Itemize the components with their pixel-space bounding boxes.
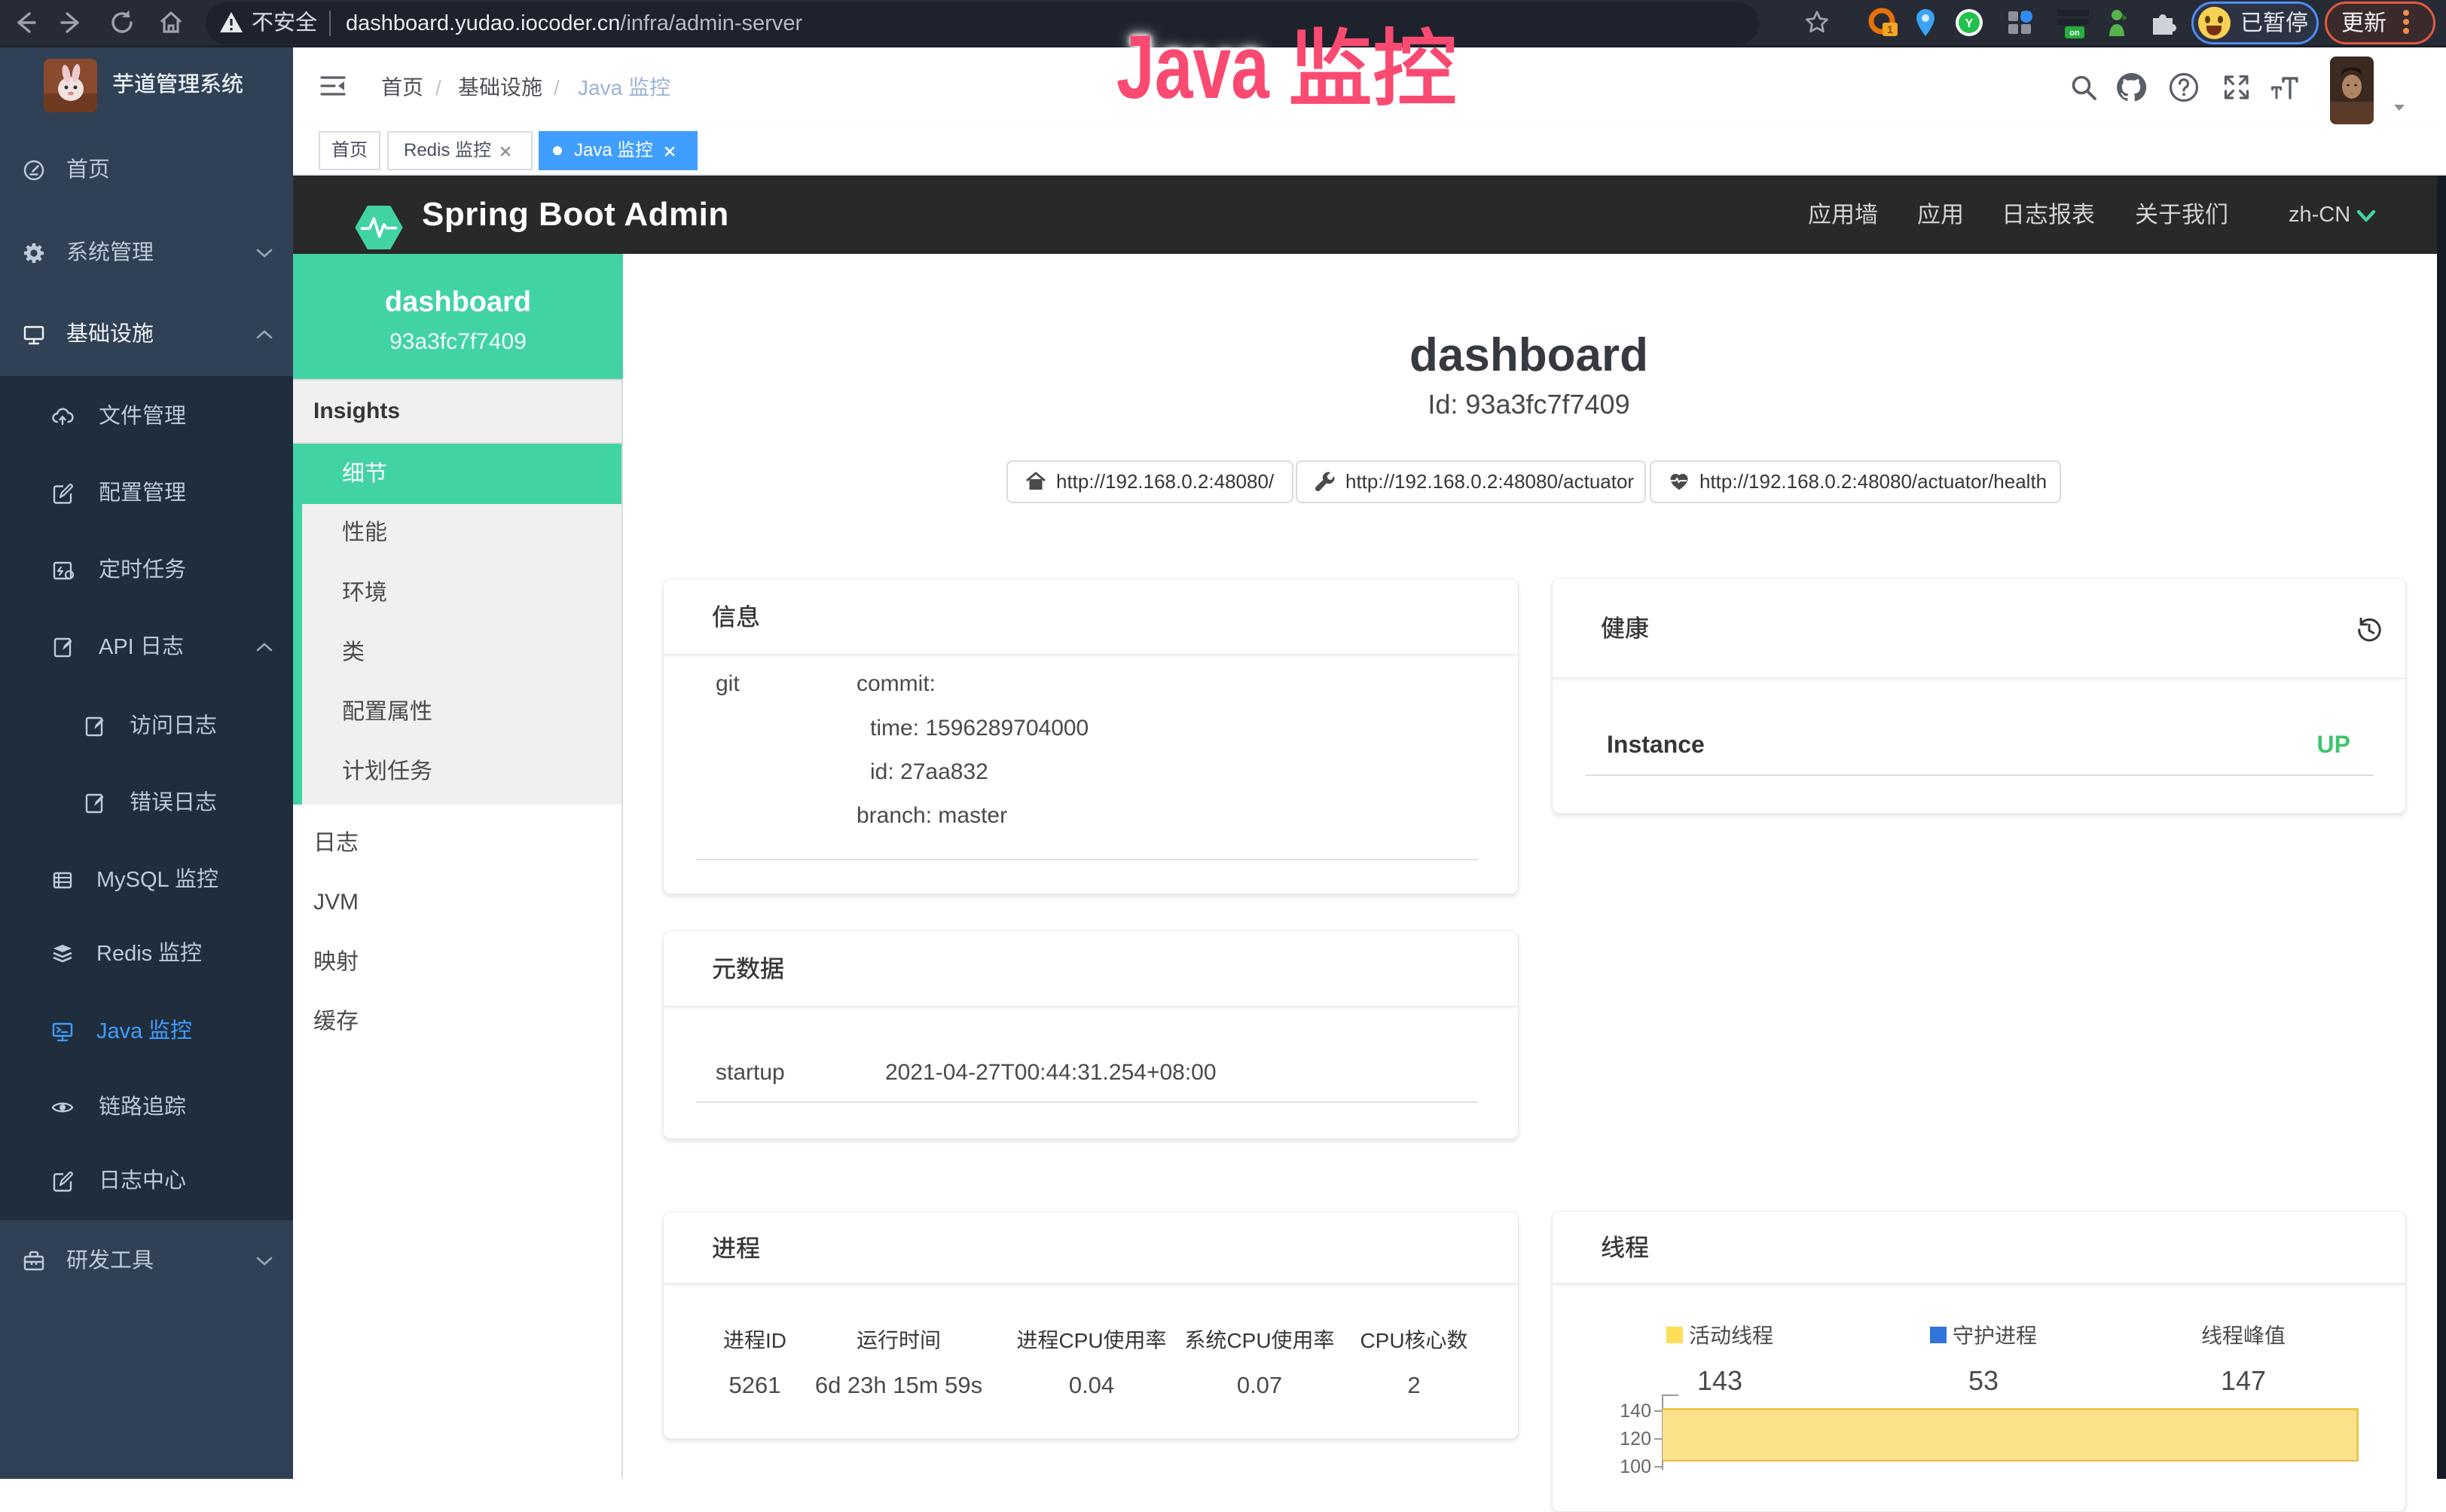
svg-text:1: 1 [1887,23,1893,35]
svg-text:on: on [2069,29,2080,38]
svg-text:Y: Y [1965,17,1974,30]
